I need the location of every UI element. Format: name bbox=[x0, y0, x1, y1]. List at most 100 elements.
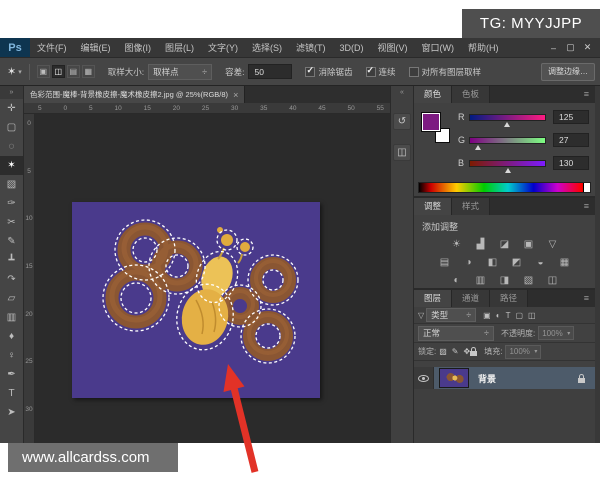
posterize-icon[interactable]: ▥ bbox=[473, 275, 488, 286]
vibrance-icon[interactable]: ▽ bbox=[545, 239, 560, 250]
path-selection-tool[interactable]: ➤ bbox=[0, 403, 23, 422]
toolbar-collapse-icon[interactable]: » bbox=[0, 86, 23, 99]
canvas-image[interactable] bbox=[72, 202, 320, 398]
tab-color[interactable]: 颜色 bbox=[414, 86, 453, 103]
dock-collapse-icon[interactable]: « bbox=[400, 86, 404, 99]
menu-item[interactable]: 编辑(E) bbox=[74, 41, 118, 54]
menu-item[interactable]: 窗口(W) bbox=[415, 41, 462, 54]
menu-item[interactable]: 滤镜(T) bbox=[289, 41, 333, 54]
tab-styles[interactable]: 样式 bbox=[452, 198, 491, 215]
menu-item[interactable]: 帮助(H) bbox=[461, 41, 506, 54]
refine-edge-button[interactable]: 调整边缘… bbox=[541, 62, 595, 81]
magic-wand-tool[interactable]: ✶ bbox=[0, 156, 23, 175]
pen-tool[interactable]: ✒ bbox=[0, 365, 23, 384]
filter-adjustment-layers-icon[interactable]: ◐ bbox=[496, 311, 501, 320]
panel-menu-icon[interactable]: ≡ bbox=[584, 198, 595, 215]
levels-icon[interactable]: ▟ bbox=[473, 239, 488, 250]
menu-item[interactable]: 视图(V) bbox=[371, 41, 415, 54]
add-to-selection-icon[interactable]: ◫ bbox=[51, 65, 65, 78]
tab-channels[interactable]: 通道 bbox=[452, 290, 491, 307]
visibility-toggle[interactable] bbox=[414, 367, 434, 389]
tab-layers[interactable]: 图层 bbox=[414, 290, 453, 307]
layer-thumbnail[interactable] bbox=[439, 368, 469, 388]
blend-mode-select[interactable]: 正常 ÷ bbox=[418, 325, 494, 341]
menu-item[interactable]: 文字(Y) bbox=[201, 41, 245, 54]
opacity-value[interactable]: 100% ▾ bbox=[538, 326, 575, 340]
lasso-tool[interactable]: ◌ bbox=[0, 137, 23, 156]
curves-icon[interactable]: ◪ bbox=[497, 239, 512, 250]
checkbox-sample-all-layers[interactable]: 对所有图层取样 bbox=[408, 66, 481, 78]
dodge-tool[interactable]: ♀ bbox=[0, 346, 23, 365]
lock-transparency-icon[interactable]: ▨ bbox=[439, 347, 447, 356]
checkbox-contiguous[interactable]: ✓ 连续 bbox=[365, 65, 396, 78]
channel-slider[interactable] bbox=[469, 136, 546, 150]
layer-row-background[interactable]: 背景 bbox=[414, 367, 595, 389]
eyedropper-tool[interactable]: ✑ bbox=[0, 194, 23, 213]
document-tab[interactable]: 色彩范围-魔棒-背景橡皮擦-魔术橡皮擦2.jpg @ 25%(RGB/8) × bbox=[24, 86, 246, 103]
layer-filter-select[interactable]: 类型 ÷ bbox=[426, 308, 477, 322]
new-selection-icon[interactable]: ▣ bbox=[36, 65, 50, 78]
lock-position-icon[interactable]: ✥ bbox=[464, 347, 471, 356]
crop-tool[interactable]: ▧ bbox=[0, 175, 23, 194]
selective-color-icon[interactable]: ◫ bbox=[545, 275, 560, 286]
menu-item[interactable]: 选择(S) bbox=[245, 41, 289, 54]
history-brush-tool[interactable]: ↷ bbox=[0, 270, 23, 289]
color-spectrum-bar[interactable] bbox=[418, 182, 591, 193]
threshold-icon[interactable]: ◨ bbox=[497, 275, 512, 286]
gradient-tool[interactable]: ▥ bbox=[0, 308, 23, 327]
channel-mixer-icon[interactable]: ◒ bbox=[533, 257, 548, 268]
menu-item[interactable]: 图像(I) bbox=[118, 41, 159, 54]
maximize-button[interactable]: ▢ bbox=[562, 42, 579, 53]
fill-value[interactable]: 100% ▾ bbox=[505, 344, 542, 359]
marquee-tool[interactable]: ▢ bbox=[0, 118, 23, 137]
filter-pixel-layers-icon[interactable]: ▣ bbox=[483, 311, 491, 320]
filter-shape-layers-icon[interactable]: ▢ bbox=[515, 311, 523, 320]
exposure-icon[interactable]: ▣ bbox=[521, 239, 536, 250]
brightness-contrast-icon[interactable]: ☀ bbox=[449, 239, 464, 250]
menu-item[interactable]: 图层(L) bbox=[158, 41, 201, 54]
hue-saturation-icon[interactable]: ▤ bbox=[437, 257, 452, 268]
channel-value[interactable]: 27 bbox=[553, 133, 589, 147]
minimize-button[interactable]: – bbox=[545, 43, 562, 53]
eraser-tool[interactable]: ▱ bbox=[0, 289, 23, 308]
filter-smart-objects-icon[interactable]: ◫ bbox=[528, 311, 536, 320]
foreground-color-swatch[interactable] bbox=[421, 112, 441, 132]
channel-value[interactable]: 125 bbox=[553, 110, 589, 124]
photo-filter-icon[interactable]: ◩ bbox=[509, 257, 524, 268]
spot-healing-brush-tool[interactable]: ✂ bbox=[0, 213, 23, 232]
active-tool-preset[interactable]: ✶ ▾ bbox=[7, 65, 22, 78]
color-balance-icon[interactable]: ◑ bbox=[461, 257, 476, 268]
move-tool[interactable]: ✛ bbox=[0, 99, 23, 118]
panel-menu-icon[interactable]: ≡ bbox=[584, 86, 595, 103]
clone-stamp-tool[interactable]: ┻ bbox=[0, 251, 23, 270]
lock-all-icon[interactable] bbox=[470, 347, 478, 356]
gradient-map-icon[interactable]: ▧ bbox=[521, 275, 536, 286]
history-panel-icon[interactable]: ↺ bbox=[393, 113, 411, 130]
tolerance-input[interactable]: 50 bbox=[248, 64, 293, 79]
tab-adjustments[interactable]: 调整 bbox=[414, 198, 453, 215]
tab-paths[interactable]: 路径 bbox=[490, 290, 529, 307]
channel-slider[interactable] bbox=[469, 159, 546, 173]
close-button[interactable]: ✕ bbox=[579, 42, 596, 53]
filter-type-layers-icon[interactable]: T bbox=[506, 311, 511, 320]
channel-value[interactable]: 130 bbox=[553, 156, 589, 170]
menu-item[interactable]: 3D(D) bbox=[333, 43, 371, 53]
blur-tool[interactable]: ♦ bbox=[0, 327, 23, 346]
subtract-from-selection-icon[interactable]: ▤ bbox=[66, 65, 80, 78]
lock-pixels-icon[interactable]: ✎ bbox=[452, 347, 459, 356]
type-tool[interactable]: T bbox=[0, 384, 23, 403]
checkbox-anti-alias[interactable]: ✓ 消除锯齿 bbox=[305, 65, 353, 78]
black-white-icon[interactable]: ◧ bbox=[485, 257, 500, 268]
invert-icon[interactable]: ◐ bbox=[449, 275, 464, 286]
canvas[interactable]: 0 5 10 15 20 25 30 bbox=[24, 114, 390, 443]
sample-size-select[interactable]: 取样点 ÷ bbox=[148, 63, 213, 80]
tab-swatches[interactable]: 色板 bbox=[452, 86, 491, 103]
brush-tool[interactable]: ✎ bbox=[0, 232, 23, 251]
slider-thumb[interactable] bbox=[503, 121, 510, 127]
channel-slider[interactable] bbox=[469, 113, 546, 127]
close-icon[interactable]: × bbox=[233, 90, 238, 100]
panel-menu-icon[interactable]: ≡ bbox=[584, 290, 595, 307]
intersect-selection-icon[interactable]: ▦ bbox=[81, 65, 95, 78]
slider-thumb[interactable] bbox=[505, 167, 512, 173]
color-lookup-icon[interactable]: ▦ bbox=[557, 257, 572, 268]
